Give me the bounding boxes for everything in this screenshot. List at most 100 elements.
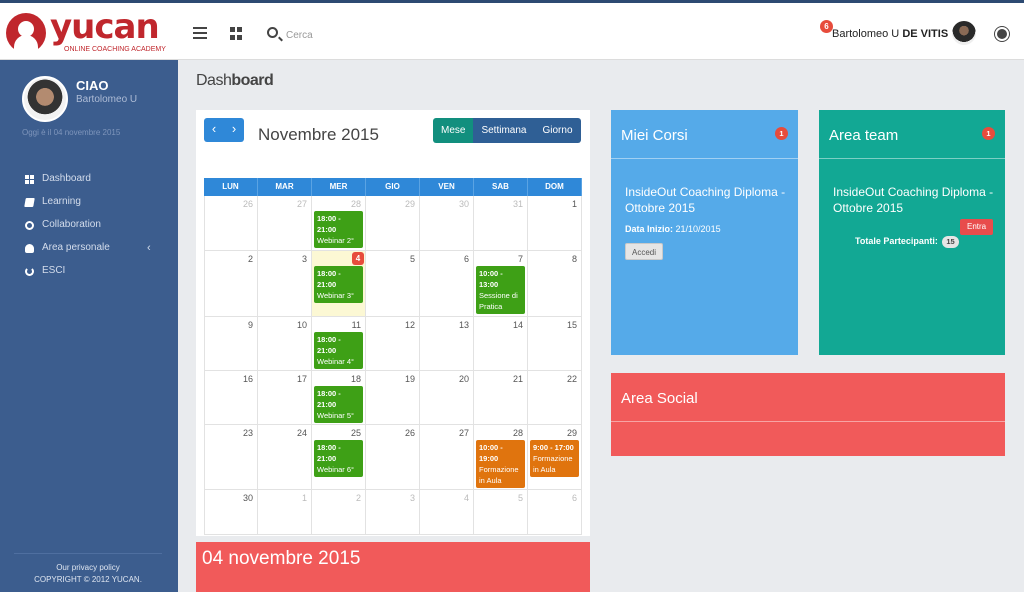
user-avatar[interactable] (952, 21, 976, 45)
calendar-day[interactable]: 30 (204, 490, 258, 534)
calendar-day[interactable]: 29 (366, 196, 420, 250)
weekday-label: DOM (528, 178, 582, 196)
calendar-day[interactable]: 28 10:00 - 19:00 Formazione in Aula (474, 425, 528, 489)
calendar-day[interactable]: 24 (258, 425, 312, 489)
calendar-week-row: 30 1 2 3 4 5 6 (204, 490, 582, 535)
sidebar-item-area-personale[interactable]: Area personale ‹ (0, 241, 178, 264)
event-time: 10:00 - 19:00 (479, 443, 503, 463)
calendar-day[interactable]: 4 (420, 490, 474, 534)
calendar-day[interactable]: 10 (258, 317, 312, 370)
calendar-day[interactable]: 19 (366, 371, 420, 424)
calendar-day[interactable]: 29 9:00 - 17:00 Formazione in Aula (528, 425, 582, 489)
calendar-event[interactable]: 18:00 - 21:00 Webinar 6° (314, 440, 363, 477)
calendar-event[interactable]: 18:00 - 21:00 Webinar 5° (314, 386, 363, 423)
calendar-month-title: Novembre 2015 (258, 125, 379, 144)
entra-button[interactable]: Entra (960, 219, 994, 235)
panel-title: Area Social (621, 390, 698, 407)
day-number: 8 (571, 254, 577, 264)
day-number: 4 (463, 493, 469, 503)
calendar-day[interactable]: 30 (420, 196, 474, 250)
view-week-button[interactable]: Settimana (473, 118, 535, 143)
calendar-day[interactable]: 18 18:00 - 21:00 Webinar 5° (312, 371, 366, 424)
calendar-day[interactable]: 25 18:00 - 21:00 Webinar 6° (312, 425, 366, 489)
calendar-day[interactable]: 5 (366, 251, 420, 316)
calendar-day[interactable]: 7 10:00 - 13:00 Sessione di Pratica (474, 251, 528, 316)
calendar-day[interactable]: 20 (420, 371, 474, 424)
day-number: 16 (242, 374, 253, 384)
day-number: 25 (350, 428, 361, 438)
brand-name: yucan (50, 7, 160, 47)
calendar-day[interactable]: 1 (258, 490, 312, 534)
page-title-light: Dash (196, 72, 232, 89)
cogs-icon (25, 221, 34, 230)
calendar-day[interactable]: 6 (528, 490, 582, 534)
search-input[interactable] (286, 25, 486, 45)
calendar-day[interactable]: 3 (258, 251, 312, 316)
calendar-event[interactable]: 18:00 - 21:00 Webinar 2° (314, 211, 363, 248)
sidebar-item-label: Area personale (42, 242, 110, 253)
search-icon[interactable] (267, 27, 278, 38)
calendar-day[interactable]: 16 (204, 371, 258, 424)
calendar-event[interactable]: 9:00 - 17:00 Formazione in Aula (530, 440, 579, 477)
selected-date-banner: 04 novembre 2015 (196, 542, 590, 592)
power-icon (25, 267, 34, 276)
calendar-day[interactable]: 9 (204, 317, 258, 370)
calendar-day[interactable]: 21 (474, 371, 528, 424)
divider (819, 158, 1005, 159)
brand-tagline: ONLINE COACHING ACADEMY (64, 46, 166, 53)
calendar-event[interactable]: 10:00 - 13:00 Sessione di Pratica (476, 266, 525, 314)
calendar-day[interactable]: 2 (204, 251, 258, 316)
view-month-button[interactable]: Mese (433, 118, 474, 143)
calendar-event[interactable]: 18:00 - 21:00 Webinar 3° (314, 266, 363, 303)
calendar-event[interactable]: 10:00 - 19:00 Formazione in Aula (476, 440, 525, 488)
prev-month-button[interactable]: ‹ (204, 118, 224, 142)
weekday-label: VEN (420, 178, 474, 196)
day-number: 5 (409, 254, 415, 264)
sidebar-item-esci[interactable]: ESCI (0, 264, 178, 287)
privacy-link[interactable]: Our privacy policy (14, 562, 162, 574)
calendar-day[interactable]: 26 (366, 425, 420, 489)
event-title: Webinar 3° (317, 291, 355, 300)
calendar-day[interactable]: 23 (204, 425, 258, 489)
day-number: 2 (247, 254, 253, 264)
calendar-week-row: 26 27 28 18:00 - 21:00 Webinar 2° 29 30 31 1 (204, 196, 582, 251)
sidebar-item-collaboration[interactable]: Collaboration (0, 218, 178, 241)
calendar-day[interactable]: 28 18:00 - 21:00 Webinar 2° (312, 196, 366, 250)
calendar-day[interactable]: 6 (420, 251, 474, 316)
calendar-day[interactable]: 17 (258, 371, 312, 424)
calendar-day[interactable]: 27 (420, 425, 474, 489)
user-icon (25, 244, 34, 253)
sidebar-footer: Our privacy policy COPYRIGHT © 2012 YUCA… (14, 553, 162, 586)
calendar-event[interactable]: 18:00 - 21:00 Webinar 4° (314, 332, 363, 369)
sidebar-nav: Dashboard Learning Collaboration Area pe… (0, 172, 178, 287)
calendar-day[interactable]: 14 (474, 317, 528, 370)
day-number: 29 (404, 199, 415, 209)
calendar-day[interactable]: 5 (474, 490, 528, 534)
calendar-nav: ‹ › (204, 118, 244, 142)
calendar-day[interactable]: 15 (528, 317, 582, 370)
menu-icon[interactable] (193, 27, 207, 41)
brand-logo[interactable]: yucan ONLINE COACHING ACADEMY (6, 7, 176, 57)
sidebar-item-dashboard[interactable]: Dashboard (0, 172, 178, 195)
calendar-day[interactable]: 13 (420, 317, 474, 370)
gear-icon[interactable] (997, 29, 1007, 39)
apps-grid-icon[interactable] (230, 27, 244, 41)
view-day-button[interactable]: Giorno (534, 118, 581, 143)
calendar-day[interactable]: 22 (528, 371, 582, 424)
calendar-day[interactable]: 26 (204, 196, 258, 250)
greeting: CIAO (76, 78, 109, 93)
next-month-button[interactable]: › (224, 118, 244, 142)
calendar-day[interactable]: 31 (474, 196, 528, 250)
calendar-day[interactable]: 11 18:00 - 21:00 Webinar 4° (312, 317, 366, 370)
calendar-day[interactable]: 2 (312, 490, 366, 534)
calendar-day[interactable]: 12 (366, 317, 420, 370)
calendar-day[interactable]: 3 (366, 490, 420, 534)
accedi-button[interactable]: Accedi (625, 243, 664, 260)
calendar-day[interactable]: 8 (528, 251, 582, 316)
day-number: 20 (458, 374, 469, 384)
calendar-day[interactable]: 1 (528, 196, 582, 250)
calendar-day[interactable]: 27 (258, 196, 312, 250)
event-title: Sessione di Pratica (479, 291, 518, 311)
calendar-day-today[interactable]: 4 18:00 - 21:00 Webinar 3° (312, 251, 366, 316)
sidebar-item-learning[interactable]: Learning (0, 195, 178, 218)
